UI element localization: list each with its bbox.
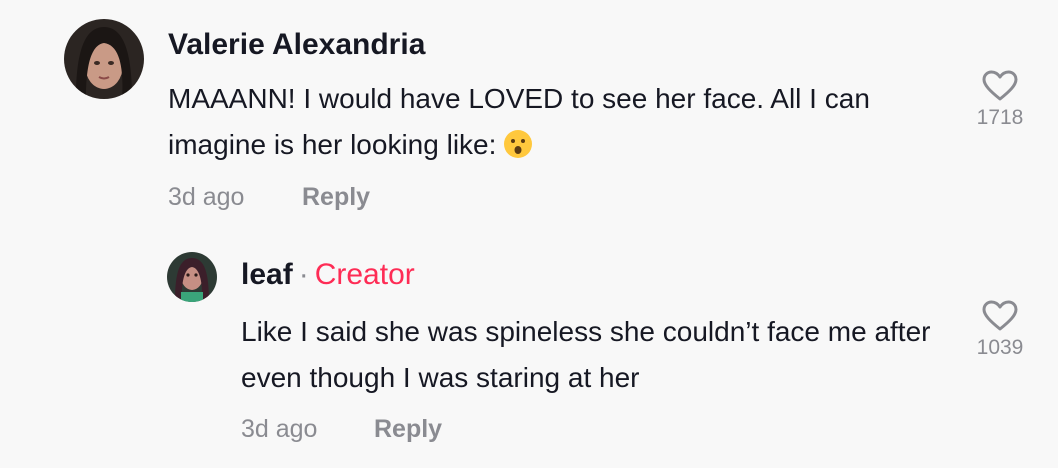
like-count: 1718	[976, 106, 1024, 129]
heart-outline-icon[interactable]	[982, 300, 1018, 332]
like-count: 1039	[976, 336, 1024, 359]
like-button[interactable]: 1039	[965, 300, 1035, 360]
comment-username[interactable]: Valerie Alexandria	[168, 27, 425, 63]
reply-button[interactable]: Reply	[374, 414, 442, 444]
comment-text: MAAANN! I would have LOVED to see her fa…	[168, 76, 928, 168]
separator-dot: ·	[298, 258, 309, 291]
avatar[interactable]	[64, 19, 144, 99]
reply-timestamp: 3d ago	[241, 415, 318, 443]
avatar[interactable]	[167, 252, 217, 302]
reply-username[interactable]: leaf	[241, 258, 293, 291]
reply-button[interactable]: Reply	[302, 182, 370, 212]
reply-text: Like I said she was spineless she couldn…	[241, 316, 931, 393]
reply-username-row: leaf · Creator	[241, 257, 415, 293]
heart-outline-icon[interactable]	[982, 70, 1018, 102]
face-with-open-mouth-emoji	[504, 130, 533, 158]
like-button[interactable]: 1718	[965, 70, 1035, 130]
comment-timestamp: 3d ago	[168, 183, 245, 211]
creator-badge: Creator	[314, 258, 415, 291]
